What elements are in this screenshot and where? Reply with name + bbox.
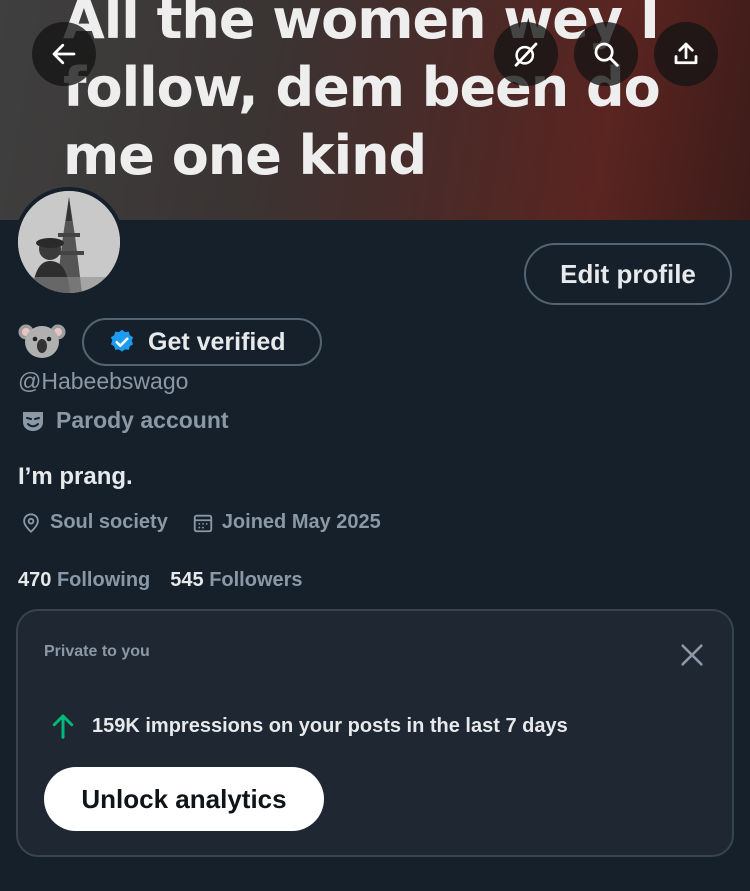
analytics-card: Private to you 159K impressions on your … (16, 609, 734, 857)
followers-count: 545 (170, 569, 204, 591)
profile-meta: Soul society Joined May 2025 (20, 511, 405, 534)
grok-icon (514, 42, 538, 67)
following-count: 470 (18, 569, 52, 591)
location-pin-icon (23, 512, 39, 533)
calendar-icon (193, 514, 212, 532)
follow-stats: 470 Following 545 Followers (18, 569, 303, 592)
impressions-row: 159K impressions on your posts in the la… (48, 711, 568, 741)
parody-account-label[interactable]: Parody account (20, 407, 229, 434)
verified-badge-icon (110, 329, 134, 352)
get-verified-label: Get verified (148, 327, 286, 356)
joined-text: Joined May 2025 (221, 511, 381, 533)
arrow-up-icon (52, 714, 74, 739)
share-icon (674, 42, 698, 65)
search-button[interactable] (574, 22, 638, 86)
profile-bio: I’m prang. (18, 463, 133, 490)
profile-handle: @Habeebswago (18, 368, 189, 394)
back-arrow-icon (52, 43, 76, 65)
followers-label: Followers (209, 569, 303, 591)
search-icon (594, 42, 619, 67)
joined-item: Joined May 2025 (192, 511, 381, 534)
impressions-text: 159K impressions on your posts in the la… (92, 714, 568, 737)
profile-banner[interactable]: All the women wey I follow, dem been do … (0, 0, 750, 220)
following-link[interactable]: 470 Following (18, 569, 150, 592)
grok-button[interactable] (494, 22, 558, 86)
mask-icon (23, 411, 43, 431)
location-text: Soul society (50, 511, 168, 533)
edit-profile-button[interactable]: Edit profile (524, 243, 732, 305)
unlock-analytics-button[interactable]: Unlock analytics (44, 767, 324, 831)
avatar[interactable] (14, 187, 124, 297)
following-label: Following (56, 569, 151, 591)
close-icon[interactable] (678, 641, 706, 669)
koala-emoji-icon (18, 318, 66, 362)
private-label: Private to you (44, 643, 150, 660)
location-item: Soul society (20, 511, 168, 534)
avatar-image (18, 191, 120, 293)
share-button[interactable] (654, 22, 718, 86)
followers-link[interactable]: 545 Followers (170, 569, 302, 592)
parody-text: Parody account (56, 407, 229, 433)
get-verified-button[interactable]: Get verified (82, 318, 322, 366)
back-button[interactable] (32, 22, 96, 86)
